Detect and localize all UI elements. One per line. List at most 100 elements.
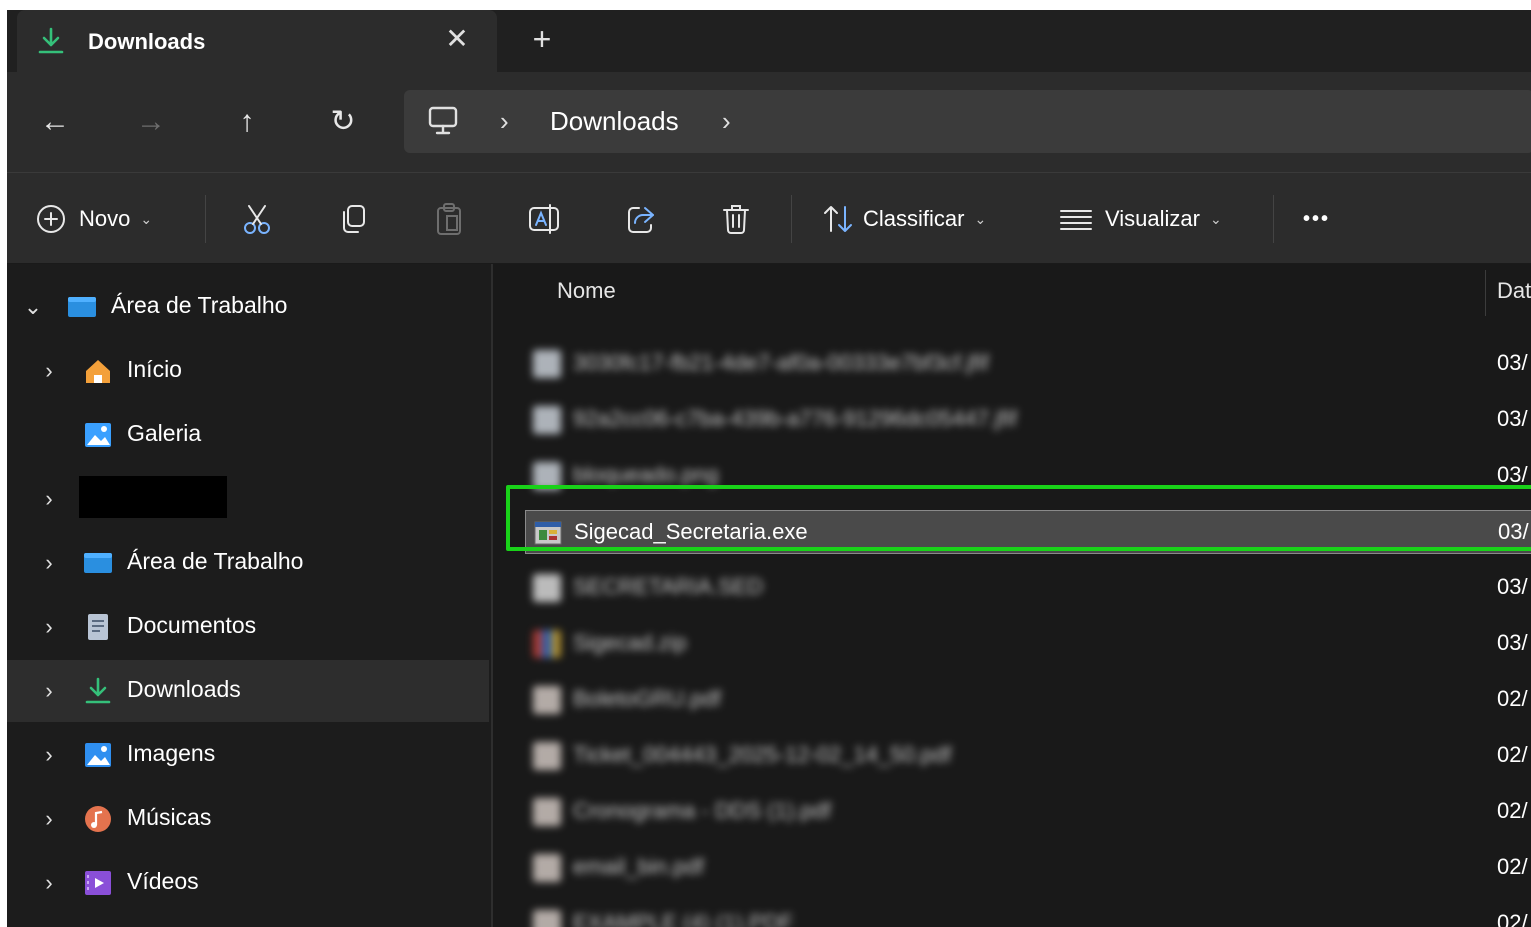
column-header-date[interactable]: Dat: [1497, 278, 1531, 304]
list-item[interactable]: EXAMPLE (4) (1).PDF 02/: [525, 902, 1531, 927]
new-button[interactable]: Novo ⌄: [35, 199, 152, 239]
new-label: Novo: [79, 206, 131, 231]
rename-button[interactable]: [527, 199, 561, 239]
command-bar: Novo ⌄ Classificar ⌄ Visualizar ⌄ •••: [7, 172, 1531, 264]
sidebar-item-label: Imagens: [127, 740, 216, 766]
chevron-right-icon[interactable]: ›: [39, 678, 59, 704]
copy-button[interactable]: [337, 199, 369, 239]
paste-icon: [437, 203, 461, 235]
list-item[interactable]: 92a2cc06-c7ba-439b-a776-91296dc05447.jfi…: [525, 398, 1531, 442]
tab-bar: Downloads ✕ +: [7, 10, 1531, 72]
file-list: Nome Dat 3030fc17-fb21-4de7-af0a-00333e7…: [493, 264, 1531, 927]
gallery-icon: [85, 423, 111, 447]
sidebar-item-label: Documentos: [127, 612, 257, 638]
image-file-icon: [533, 406, 561, 434]
file-date: 03/: [1497, 462, 1528, 487]
pictures-icon: [85, 743, 111, 767]
paste-button[interactable]: [433, 199, 465, 239]
file-date: 02/: [1497, 798, 1528, 823]
close-tab-icon[interactable]: ✕: [442, 24, 472, 54]
sidebar-item-label: Downloads: [127, 676, 241, 702]
list-item[interactable]: bloqueado.png 03/: [525, 454, 1531, 498]
view-label: Visualizar: [1105, 206, 1200, 231]
computer-icon[interactable]: [426, 104, 460, 138]
breadcrumb-chevron-icon[interactable]: ›: [500, 106, 509, 137]
sidebar-item-documents[interactable]: › Documentos: [7, 596, 489, 658]
column-header-name[interactable]: Nome: [557, 278, 616, 304]
file-name: Sigecad_Secretaria.exe: [574, 519, 808, 544]
sidebar-item-music[interactable]: › Músicas: [7, 788, 489, 850]
sidebar-item-desktop-root[interactable]: ⌄ Área de Trabalho: [7, 276, 489, 338]
delete-button[interactable]: [721, 199, 751, 239]
image-file-icon: [533, 350, 561, 378]
file-date: 02/: [1497, 910, 1528, 927]
new-tab-button[interactable]: +: [525, 22, 559, 56]
sidebar-item-gallery[interactable]: Galeria: [7, 404, 489, 466]
sidebar-item-label: Área de Trabalho: [127, 548, 304, 574]
address-bar[interactable]: › Downloads ›: [404, 90, 1531, 153]
tab-title: Downloads: [88, 29, 206, 54]
up-button[interactable]: ↑: [227, 102, 267, 142]
sidebar-item-desktop[interactable]: › Área de Trabalho: [7, 532, 489, 594]
file-name: BoletoGRU.pdf: [573, 686, 721, 711]
redacted-block: [79, 476, 227, 518]
list-item[interactable]: Cronograma - DDS (1).pdf 02/: [525, 790, 1531, 834]
sidebar-item-downloads[interactable]: › Downloads: [7, 660, 489, 722]
list-item[interactable]: SECRETARIA.SED 03/: [525, 566, 1531, 610]
chevron-right-icon[interactable]: ›: [39, 806, 59, 832]
chevron-right-icon[interactable]: ›: [39, 614, 59, 640]
chevron-right-icon[interactable]: ›: [39, 870, 59, 896]
sidebar-item-label: Galeria: [127, 420, 202, 446]
tab-downloads[interactable]: Downloads ✕: [17, 10, 497, 72]
pdf-file-icon: [533, 910, 561, 927]
share-icon: [628, 207, 654, 233]
view-list-icon: [1060, 210, 1092, 230]
more-options-button[interactable]: •••: [1303, 199, 1330, 239]
copy-icon: [343, 205, 365, 233]
divider: [791, 195, 792, 243]
sort-button[interactable]: Classificar ⌄: [821, 199, 986, 239]
pdf-file-icon: [533, 686, 561, 714]
list-item[interactable]: 3030fc17-fb21-4de7-af0a-00333e7bf3cf.jfi…: [525, 342, 1531, 386]
chevron-down-icon: ⌄: [1209, 210, 1222, 227]
chevron-down-icon[interactable]: ⌄: [23, 294, 43, 320]
chevron-right-icon[interactable]: ›: [39, 742, 59, 768]
pdf-file-icon: [533, 798, 561, 826]
chevron-right-icon[interactable]: ›: [39, 358, 59, 384]
file-name: SECRETARIA.SED: [573, 574, 764, 599]
sort-icon: [824, 206, 852, 232]
list-item[interactable]: Sigecad.zip 03/: [525, 622, 1531, 666]
cut-button[interactable]: [241, 199, 273, 239]
forward-button[interactable]: →: [131, 102, 171, 142]
file-name: EXAMPLE (4) (1).PDF: [573, 910, 794, 927]
documents-icon: [88, 614, 108, 640]
sidebar-item-pictures[interactable]: › Imagens: [7, 724, 489, 786]
view-button[interactable]: Visualizar ⌄: [1059, 199, 1222, 239]
column-resize-handle[interactable]: [1485, 270, 1486, 316]
navigation-bar: ← → ↑ ↻ › Downloads ›: [7, 72, 1531, 172]
list-item-selected[interactable]: Sigecad_Secretaria.exe 03/: [525, 510, 1531, 554]
desktop-icon: [84, 553, 112, 573]
sidebar-item-label: Músicas: [127, 804, 212, 830]
list-item[interactable]: Ticket_004443_2025-12-02_14_50.pdf 02/: [525, 734, 1531, 778]
list-item[interactable]: email_bin.pdf 02/: [525, 846, 1531, 890]
file-date: 03/: [1498, 519, 1529, 544]
list-item[interactable]: BoletoGRU.pdf 02/: [525, 678, 1531, 722]
rename-icon: [529, 204, 559, 234]
breadcrumb-downloads[interactable]: Downloads: [550, 106, 679, 137]
sidebar-item-home[interactable]: › Início: [7, 340, 489, 402]
sidebar-item-label: Início: [127, 356, 182, 382]
chevron-right-icon[interactable]: ›: [39, 486, 59, 512]
chevron-down-icon: ⌄: [140, 210, 153, 227]
back-button[interactable]: ←: [35, 102, 75, 142]
pdf-file-icon: [533, 742, 561, 770]
sort-label: Classificar: [863, 206, 965, 231]
chevron-down-icon: ⌄: [974, 210, 987, 227]
add-circle-icon: [37, 205, 65, 233]
sidebar-item-videos[interactable]: › Vídeos: [7, 852, 489, 914]
breadcrumb-chevron-icon[interactable]: ›: [722, 106, 731, 137]
share-button[interactable]: [625, 199, 657, 239]
refresh-button[interactable]: ↻: [323, 102, 363, 142]
chevron-right-icon[interactable]: ›: [39, 550, 59, 576]
file-date: 03/: [1497, 630, 1528, 655]
